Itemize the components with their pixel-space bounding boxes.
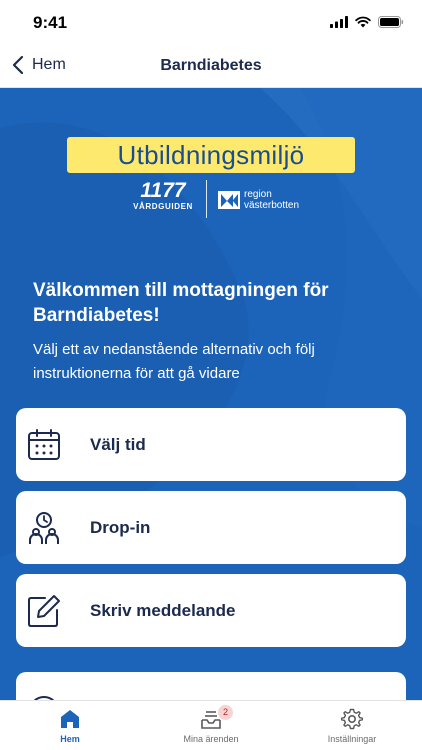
logo-1177-subtitle: VÅRDGUIDEN: [133, 202, 193, 211]
option-label: Skriv meddelande: [90, 600, 236, 620]
signal-icon: [330, 16, 348, 28]
logo-1177: 1177 VÅRDGUIDEN: [128, 179, 198, 212]
navigation-bar: Hem Barndiabetes: [0, 46, 422, 88]
status-bar: 9:41: [0, 0, 422, 46]
option-label: Drop-in: [90, 517, 151, 537]
inbox-icon: 2: [141, 705, 281, 731]
tab-label: Hem: [60, 734, 80, 744]
welcome-title: Välkommen till mottagningen för Barndiab…: [33, 280, 329, 326]
status-icons: [330, 16, 404, 28]
banner-text: Utbildningsmiljö: [117, 140, 305, 170]
welcome-subtitle: Välj ett av nedanstående alternativ och …: [33, 341, 315, 382]
option-card-skriv-meddelande[interactable]: Skriv meddelande: [16, 574, 406, 647]
logo-divider: [206, 180, 207, 218]
tab-hem[interactable]: Hem: [0, 707, 140, 744]
battery-icon: [378, 16, 404, 28]
option-card-partial[interactable]: [16, 672, 406, 700]
status-time: 9:41: [33, 13, 68, 32]
option-card-drop-in[interactable]: Drop-in: [16, 491, 406, 564]
logo-1177-number: 1177: [140, 179, 186, 202]
tab-mina-arenden[interactable]: 2 Mina ärenden: [141, 705, 281, 744]
page-title: Barndiabetes: [160, 57, 262, 74]
logos: 1177 VÅRDGUIDEN region västerbotten: [128, 180, 308, 218]
region-logo-icon: [218, 191, 240, 209]
drop-in-icon: [27, 511, 61, 545]
environment-banner: Utbildningsmiljö: [67, 137, 355, 173]
tab-label: Inställningar: [327, 734, 377, 744]
option-label: Välj tid: [90, 434, 146, 454]
calendar-icon: [27, 428, 61, 462]
notification-badge: 2: [218, 705, 233, 720]
tab-installningar[interactable]: Inställningar: [282, 707, 422, 744]
edit-icon: [27, 594, 61, 628]
home-icon: [0, 707, 140, 731]
tab-label: Mina ärenden: [183, 734, 239, 744]
region-text-line1: region: [244, 189, 272, 200]
main-content[interactable]: Utbildningsmiljö 1177 VÅRDGUIDEN region …: [0, 88, 422, 700]
tab-bar: Hem 2 Mina ärenden Inställningar: [0, 700, 422, 750]
wifi-icon: [355, 16, 371, 28]
option-card-valj-tid[interactable]: Välj tid: [16, 408, 406, 481]
gear-icon: [282, 707, 422, 731]
region-text-line2: västerbotten: [244, 200, 300, 211]
logo-region: region västerbotten: [218, 189, 299, 211]
